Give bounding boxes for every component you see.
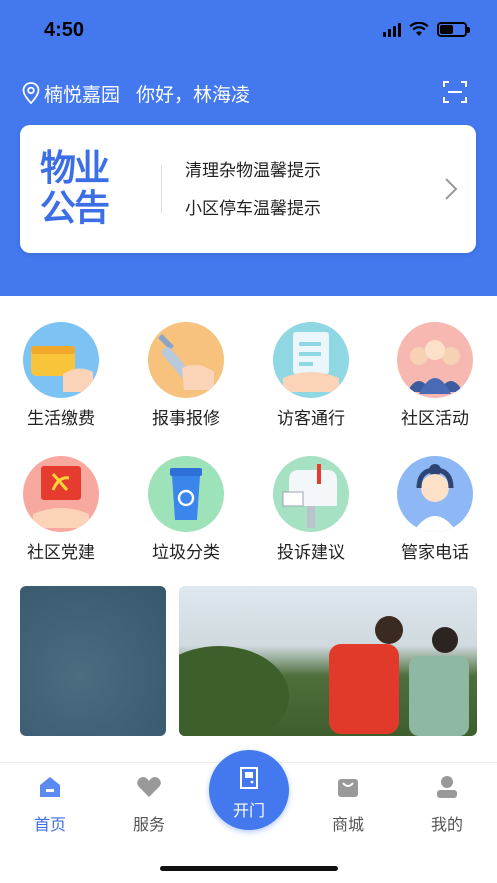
wrench-icon [148, 322, 224, 398]
scan-icon[interactable] [443, 80, 467, 104]
service-label: 管家电话 [401, 543, 469, 563]
party-emblem-icon [23, 456, 99, 532]
service-item-activities[interactable]: 社区活动 [380, 318, 490, 438]
recycle-bin-icon [148, 456, 224, 532]
notice-logo-line1: 物业 [40, 148, 110, 189]
open-door-button[interactable]: 开门 [209, 750, 289, 830]
tab-mine[interactable]: 我的 [407, 773, 487, 835]
home-icon [40, 777, 60, 797]
banner-image-right[interactable] [179, 586, 477, 736]
open-door-label: 开门 [232, 801, 265, 820]
door-icon [240, 767, 258, 789]
service-item-visitor[interactable]: 访客通行 [256, 318, 366, 438]
community-name[interactable]: 楠悦嘉园 [44, 80, 120, 107]
service-item-repair[interactable]: 报事报修 [131, 318, 241, 438]
mailbox-icon [273, 456, 349, 532]
tab-mall[interactable]: 商城 [308, 773, 388, 835]
wallet-icon [23, 322, 99, 398]
service-label: 报事报修 [152, 409, 220, 429]
heart-icon [137, 777, 161, 797]
notice-item[interactable]: 小区停车温馨提示 [185, 193, 321, 231]
service-label: 访客通行 [277, 409, 345, 429]
banner-photo [179, 616, 469, 736]
chevron-right-icon[interactable] [444, 177, 458, 201]
tab-label: 服务 [132, 815, 165, 834]
notice-logo-line2: 公告 [40, 188, 110, 229]
property-notice-logo: 物业 公告 [40, 149, 140, 229]
service-item-bill-payment[interactable]: 生活缴费 [6, 318, 116, 438]
tab-label: 我的 [430, 815, 463, 834]
status-bar: 4:50 [0, 0, 497, 62]
service-label: 社区党建 [27, 543, 95, 563]
service-item-complaint[interactable]: 投诉建议 [256, 452, 366, 572]
notice-item[interactable]: 清理杂物温馨提示 [185, 155, 321, 193]
tab-home[interactable]: 首页 [10, 773, 90, 835]
battery-icon [437, 22, 470, 37]
service-row: 生活缴费 报事报修 访客通行 社区活动 [0, 318, 497, 438]
service-label: 投诉建议 [277, 543, 345, 563]
visitor-pass-icon [273, 322, 349, 398]
status-icons [383, 22, 470, 37]
service-row: 社区党建 垃圾分类 投诉建议 管家电话 [0, 452, 497, 572]
home-indicator [160, 866, 338, 871]
people-icon [397, 322, 473, 398]
notice-list: 清理杂物温馨提示 小区停车温馨提示 [185, 155, 321, 231]
status-time: 4:50 [44, 19, 85, 41]
wifi-icon [409, 22, 429, 36]
service-label: 社区活动 [401, 409, 469, 429]
signal-icon [383, 22, 401, 37]
notice-card[interactable]: 物业 公告 清理杂物温馨提示 小区停车温馨提示 [20, 125, 476, 253]
location-pin-icon[interactable] [22, 82, 40, 104]
notice-divider [161, 165, 162, 213]
greeting-text: 你好，林海凌 [136, 83, 251, 106]
tab-service[interactable]: 服务 [109, 773, 189, 835]
shopping-bag-icon [338, 779, 358, 797]
user-icon [437, 776, 457, 798]
top-header: 楠悦嘉园 你好，林海凌 [22, 78, 477, 108]
headset-agent-icon [397, 456, 473, 532]
service-item-party[interactable]: 社区党建 [6, 452, 116, 572]
service-label: 垃圾分类 [152, 543, 220, 563]
tab-label: 首页 [33, 815, 66, 834]
banner-image-left[interactable] [20, 586, 166, 736]
service-item-garbage[interactable]: 垃圾分类 [131, 452, 241, 572]
service-label: 生活缴费 [27, 409, 95, 429]
tab-label: 商城 [331, 815, 364, 834]
service-item-butler-phone[interactable]: 管家电话 [380, 452, 490, 572]
